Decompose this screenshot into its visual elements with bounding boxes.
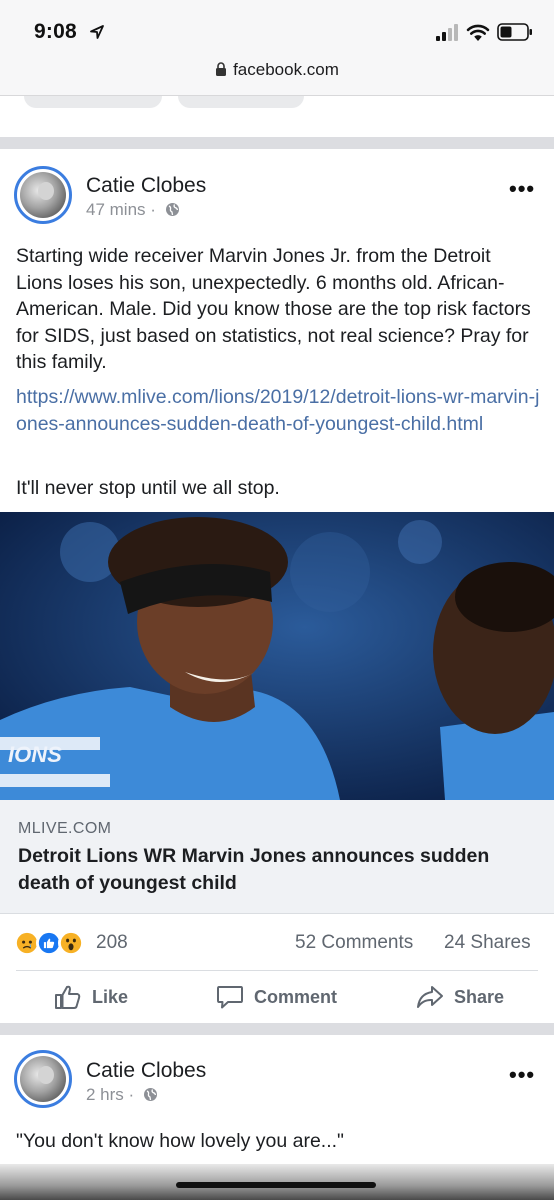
post-author[interactable]: Catie Clobes: [86, 174, 206, 198]
more-options-button[interactable]: •••: [509, 1062, 535, 1088]
meta-separator: ·: [128, 1085, 135, 1104]
comment-button[interactable]: Comment: [216, 984, 337, 1010]
post-link[interactable]: https://www.mlive.com/lions/2019/12/detr…: [16, 384, 544, 437]
post-text-footer: It'll never stop until we all stop.: [16, 477, 280, 499]
like-button[interactable]: Like: [54, 984, 128, 1010]
share-label[interactable]: Share: [454, 987, 504, 1008]
previous-post-button[interactable]: [24, 96, 162, 108]
home-indicator[interactable]: [176, 1182, 376, 1188]
post-text: "You don't know how lovely you are...": [16, 1130, 344, 1152]
post-author[interactable]: Catie Clobes: [86, 1059, 206, 1083]
actions-divider: [16, 970, 538, 971]
link-domain: MLIVE.COM: [18, 820, 112, 837]
post-timestamp[interactable]: 2 hrs ·: [86, 1085, 158, 1105]
cellular-signal-icon: [436, 24, 458, 41]
link-preview-image[interactable]: IONS: [0, 512, 554, 800]
feed-separator: [0, 1023, 554, 1035]
reaction-count[interactable]: 208: [96, 932, 128, 954]
share-arrow-icon: [417, 986, 443, 1008]
thumbs-up-icon: [55, 985, 81, 1009]
like-label[interactable]: Like: [92, 987, 128, 1008]
link-headline[interactable]: Detroit Lions WR Marvin Jones announces …: [18, 843, 538, 897]
post-time[interactable]: 47 mins: [86, 200, 146, 219]
battery-icon: [497, 23, 532, 41]
globe-icon: [165, 203, 179, 216]
status-time: 9:08: [34, 20, 77, 43]
url-text[interactable]: facebook.com: [233, 60, 339, 79]
player-photo: IONS: [0, 512, 554, 800]
meta-separator: ·: [150, 200, 156, 219]
post-timestamp[interactable]: 47 mins ·: [86, 200, 180, 220]
more-options-button[interactable]: •••: [509, 176, 535, 202]
comment-label[interactable]: Comment: [254, 987, 337, 1008]
previous-post-button[interactable]: [178, 96, 304, 108]
status-bar: 9:08: [0, 0, 554, 52]
svg-text:IONS: IONS: [8, 742, 62, 767]
globe-icon: [143, 1088, 157, 1101]
wifi-icon: [466, 24, 490, 41]
wow-emoji-icon: [58, 930, 84, 956]
feed-separator: [0, 137, 554, 149]
share-button[interactable]: Share: [416, 984, 504, 1010]
browser-url-bar[interactable]: facebook.com: [0, 52, 554, 96]
post-time[interactable]: 2 hrs: [86, 1085, 124, 1104]
avatar[interactable]: [14, 1050, 72, 1108]
location-arrow-icon: [90, 25, 104, 39]
comments-count[interactable]: 52 Comments: [295, 932, 413, 954]
lock-icon: [216, 62, 227, 76]
post-text: Starting wide receiver Marvin Jones Jr. …: [16, 245, 531, 373]
comment-icon: [217, 986, 243, 1009]
avatar[interactable]: [14, 166, 72, 224]
shares-count[interactable]: 24 Shares: [444, 932, 531, 954]
